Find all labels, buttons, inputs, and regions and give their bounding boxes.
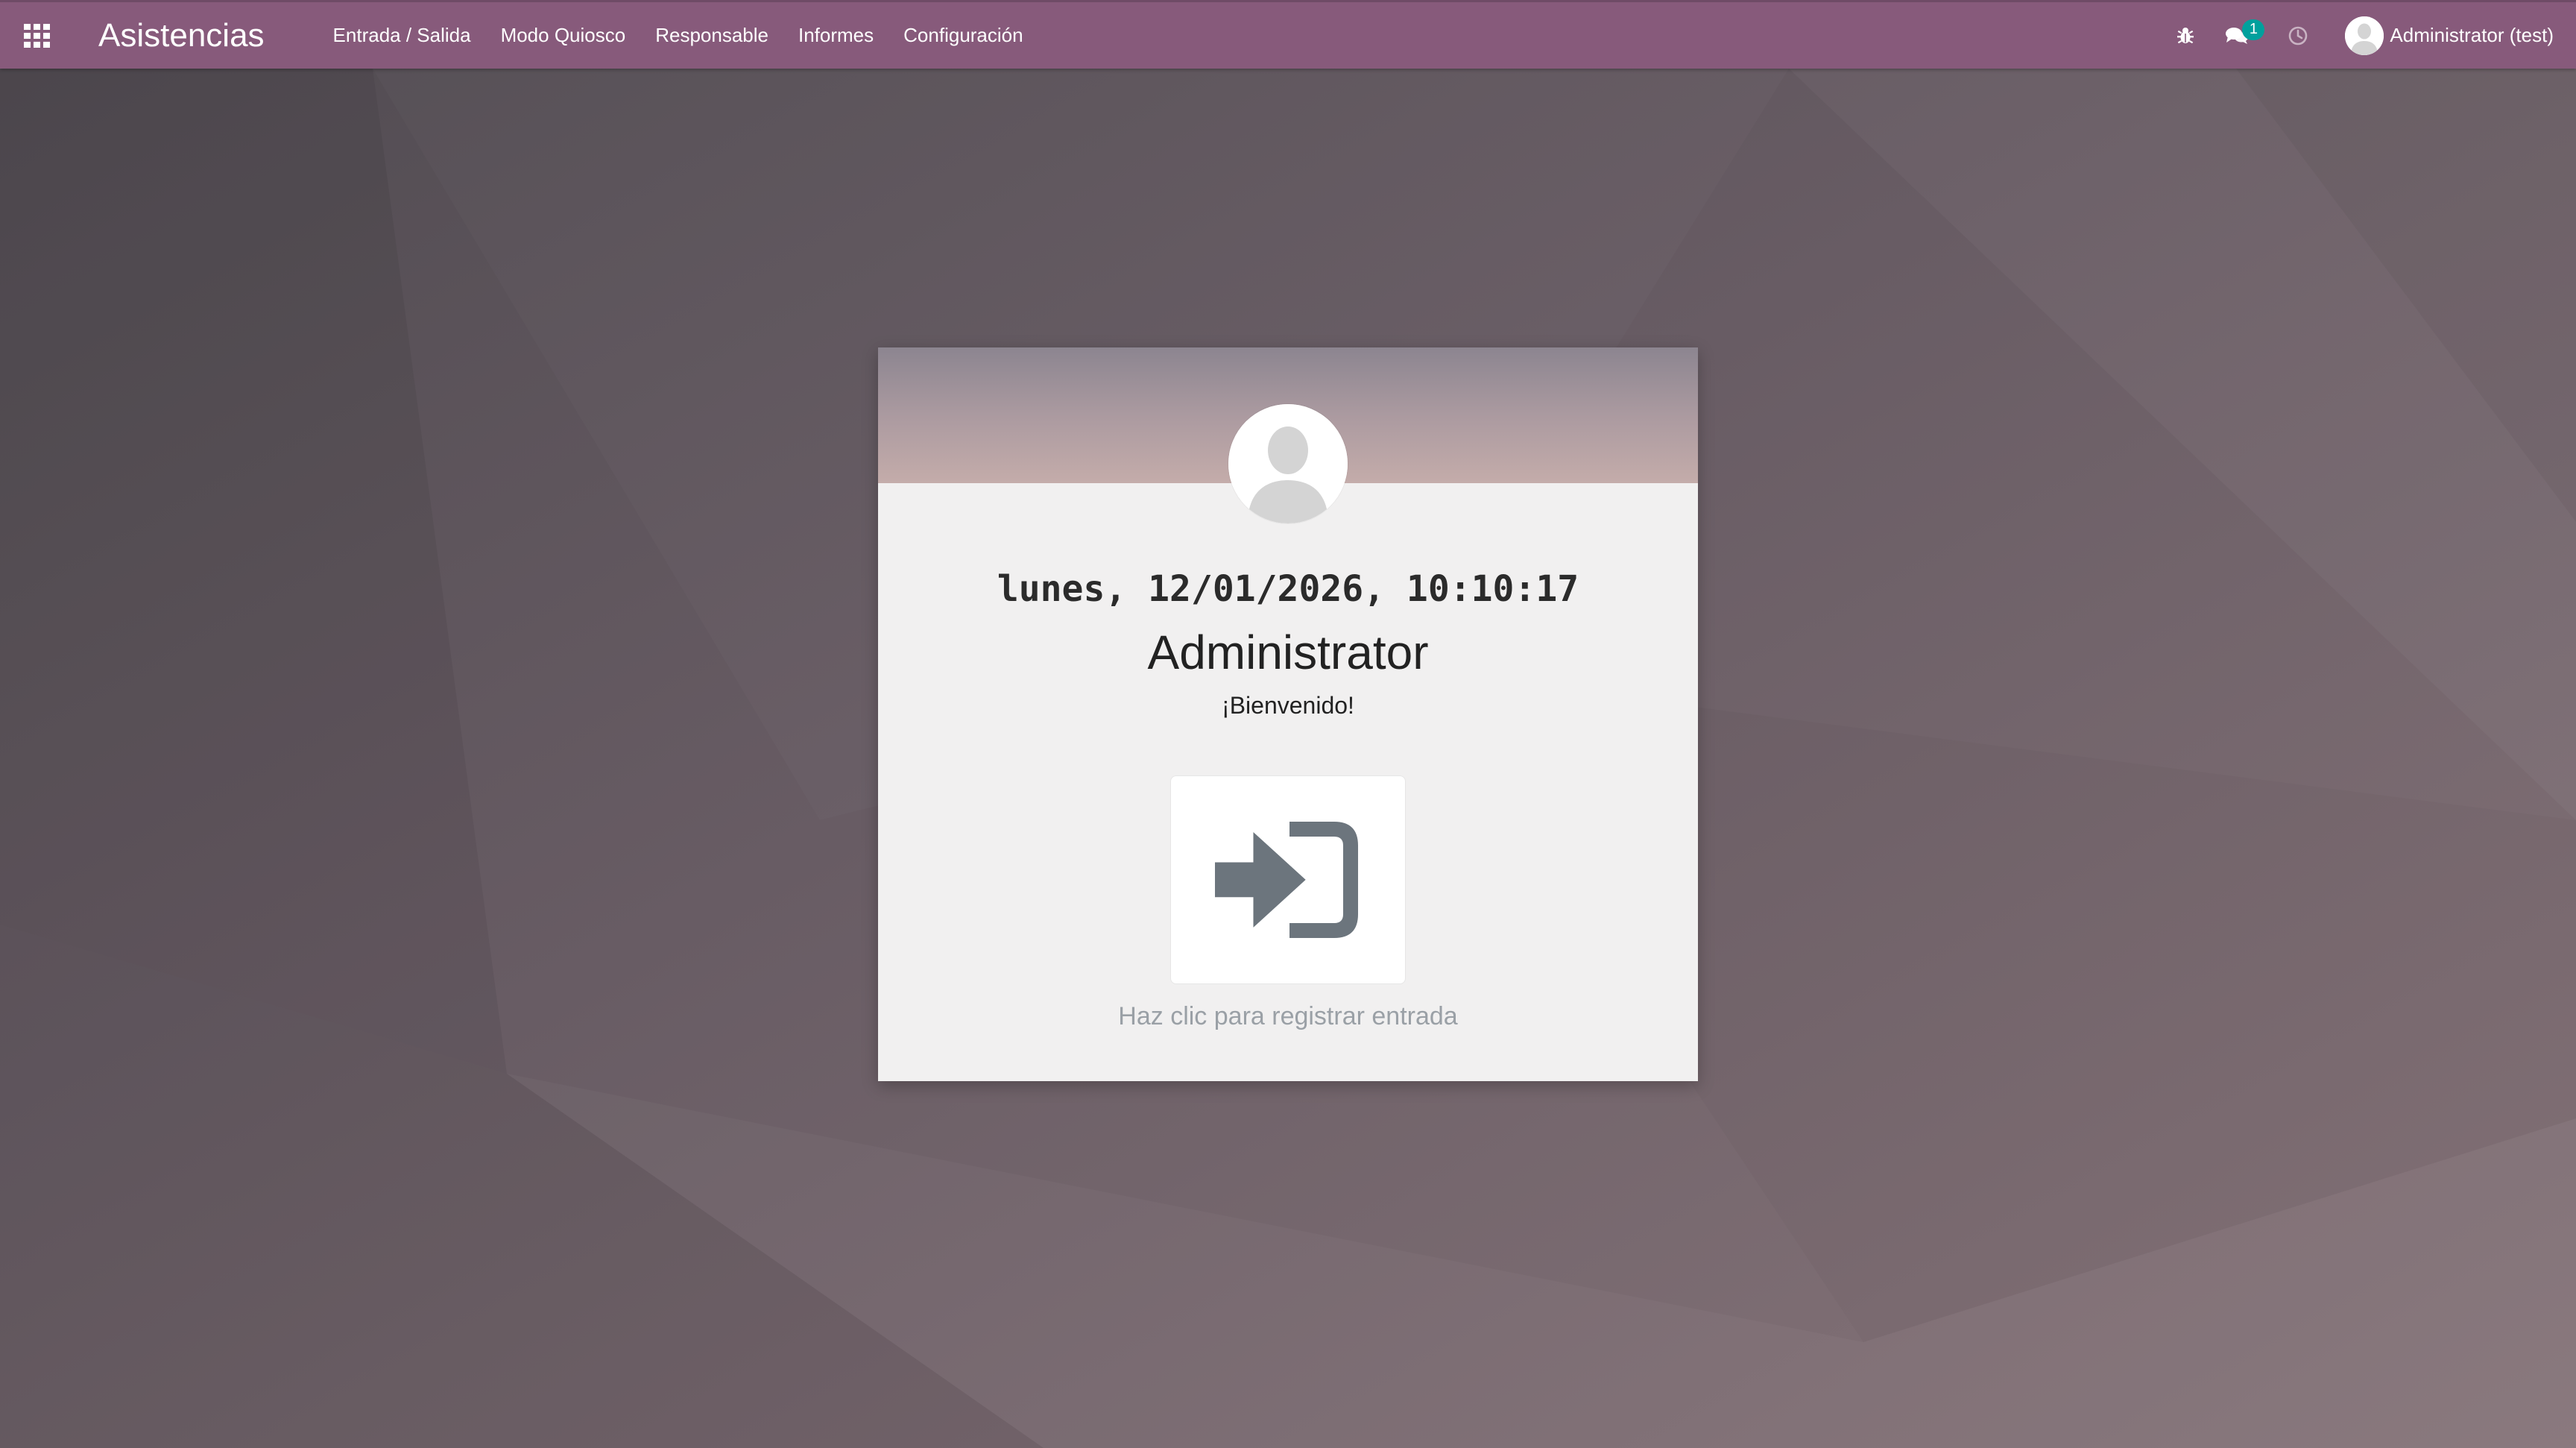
apps-grid-icon[interactable] — [0, 1, 75, 70]
attendance-card: lunes, 12/01/2026, 10:10:17 Administrato… — [878, 347, 1698, 1081]
sign-in-icon — [1215, 822, 1358, 938]
current-datetime: lunes, 12/01/2026, 10:10:17 — [997, 568, 1579, 610]
message-count-badge: 1 — [2242, 19, 2265, 40]
avatar — [2345, 16, 2384, 55]
bug-icon[interactable] — [2163, 1, 2208, 70]
menu-item-informes[interactable]: Informes — [798, 24, 874, 47]
check-in-button[interactable] — [1170, 775, 1406, 984]
menu-item-entrada-salida[interactable]: Entrada / Salida — [333, 24, 471, 47]
chat-bubbles-icon[interactable]: 1 — [2212, 1, 2272, 70]
menu-item-responsable[interactable]: Responsable — [655, 24, 768, 47]
welcome-message: ¡Bienvenido! — [1222, 692, 1354, 719]
menu-item-configuracion[interactable]: Configuración — [903, 24, 1023, 47]
check-in-hint: Haz clic para registrar entrada — [1118, 1002, 1458, 1030]
main-menu: Entrada / Salida Modo Quiosco Responsabl… — [333, 1, 1053, 70]
employee-avatar — [1228, 404, 1348, 523]
menu-item-modo-quiosco[interactable]: Modo Quiosco — [501, 24, 626, 47]
user-name: Administrator (test) — [2390, 24, 2554, 46]
clock-icon[interactable] — [2272, 1, 2324, 70]
top-navbar: Asistencias Entrada / Salida Modo Quiosc… — [0, 0, 2576, 69]
systray: 1 Administrator (test) — [2163, 1, 2576, 70]
employee-name: Administrator — [1147, 626, 1429, 679]
app-title[interactable]: Asistencias — [98, 17, 265, 54]
user-menu[interactable]: Administrator (test) — [2345, 16, 2554, 55]
